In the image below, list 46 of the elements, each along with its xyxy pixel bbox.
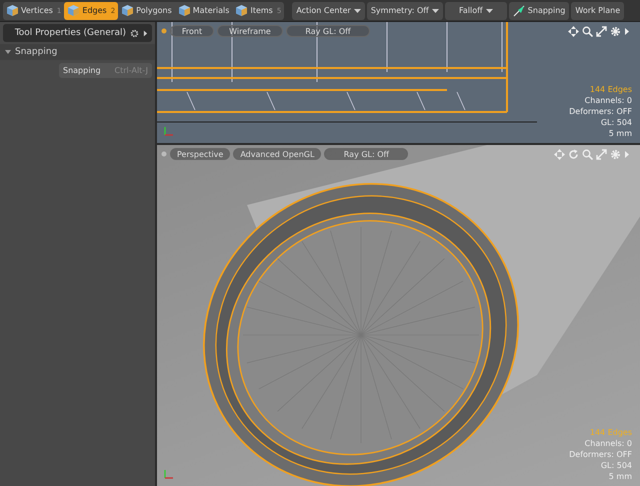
dropdown-button[interactable]: Falloff (444, 2, 507, 20)
maximize-icon[interactable] (596, 26, 607, 37)
viewport-menu-icon[interactable] (161, 151, 167, 157)
edge-count: 144 Edges (590, 427, 632, 438)
viewport-stat: Deformers: OFF (569, 449, 632, 460)
viewport-menu-icon[interactable] (161, 28, 167, 34)
viewport-stat: GL: 504 (600, 460, 632, 471)
cube-icon (67, 4, 80, 17)
cube-icon (121, 4, 134, 17)
viewport-stat: Channels: 0 (584, 438, 632, 449)
search-icon[interactable] (582, 26, 593, 37)
viewport-option-button[interactable]: Ray GL: Off (324, 148, 408, 160)
cube-icon (235, 4, 248, 17)
panel-title: Tool Properties (General) (14, 28, 126, 38)
viewport-option-button[interactable]: Ray GL: Off (286, 25, 370, 37)
viewport-stat: Channels: 0 (584, 95, 632, 106)
axis-icon (163, 125, 175, 137)
viewport-option-button[interactable]: Advanced OpenGL (233, 148, 322, 160)
section-header[interactable]: Snapping (0, 44, 155, 60)
expand-arrow-icon[interactable] (624, 26, 630, 37)
expand-triangle-icon (5, 49, 11, 55)
rotate-icon[interactable] (568, 149, 579, 160)
cube-icon (6, 4, 19, 17)
mode-tab[interactable]: Materials (174, 2, 232, 20)
snap-icon (512, 4, 525, 16)
viewport-stat: GL: 504 (600, 117, 632, 128)
caret-icon (432, 8, 439, 12)
expand-arrow-icon[interactable] (143, 28, 148, 38)
viewport-option-button[interactable]: Wireframe (217, 25, 283, 37)
cube-icon (178, 4, 191, 17)
toolbar-button[interactable]: Work Plane (571, 2, 624, 20)
edge-count: 144 Edges (590, 84, 632, 95)
viewport-stat: Deformers: OFF (569, 106, 632, 117)
dropdown-button[interactable]: Symmetry: Off (366, 2, 443, 20)
caret-icon (486, 8, 493, 12)
viewport-stat: 5 mm (608, 471, 632, 482)
viewport-stat: 5 mm (608, 128, 632, 139)
axis-icon (163, 468, 175, 480)
snapping-button[interactable]: Snapping (508, 2, 570, 20)
viewport-option-button[interactable]: Front (170, 25, 214, 37)
caret-icon (354, 8, 361, 12)
move-icon[interactable] (568, 26, 579, 37)
mode-tab[interactable]: Polygons (118, 2, 175, 20)
settings-icon[interactable] (130, 28, 139, 38)
dropdown-button[interactable]: Action Center (292, 2, 365, 20)
viewport-option-button[interactable]: Perspective (170, 148, 230, 160)
